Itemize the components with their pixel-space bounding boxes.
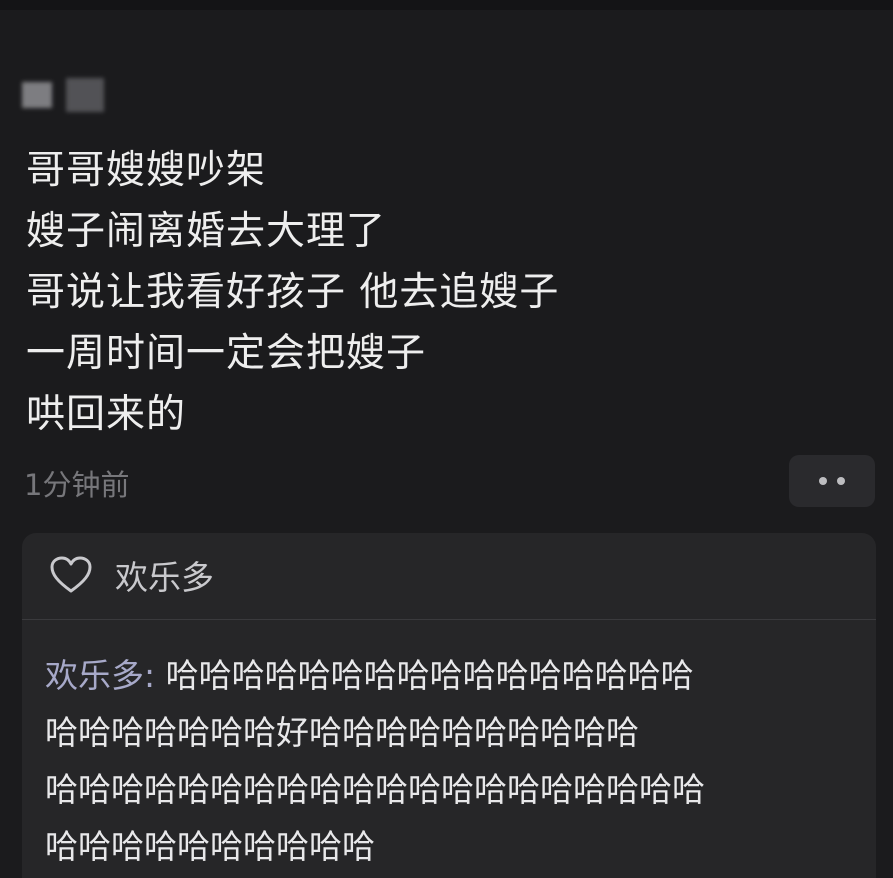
moments-post-screen: 哥哥嫂嫂吵架 嫂子闹离婚去大理了 哥说让我看好孩子 他去追嫂子 一周时间一定会把… bbox=[0, 0, 893, 878]
blurred-block bbox=[22, 82, 52, 108]
comment-line: 哈哈哈哈哈哈哈哈哈哈 bbox=[45, 827, 375, 866]
heart-outline-icon bbox=[50, 556, 92, 593]
divider bbox=[22, 619, 876, 620]
post-line: 嫂子闹离婚去大理了 bbox=[26, 209, 387, 254]
post-line: 哄回来的 bbox=[26, 392, 187, 437]
post-line: 一周时间一定会把嫂子 bbox=[26, 331, 427, 376]
comment-line: 哈哈哈哈哈哈哈哈哈哈哈哈哈哈哈哈哈哈哈哈 bbox=[45, 770, 705, 809]
post-line: 哥哥嫂嫂吵架 bbox=[26, 148, 267, 193]
more-options-button[interactable] bbox=[789, 455, 875, 507]
status-bar-strip bbox=[0, 0, 893, 10]
post-timestamp: 1分钟前 bbox=[24, 468, 130, 502]
post-content: 哥哥嫂嫂吵架 嫂子闹离婚去大理了 哥说让我看好孩子 他去追嫂子 一周时间一定会把… bbox=[26, 140, 866, 445]
comment-line: 欢乐多: 哈哈哈哈哈哈哈哈哈哈哈哈哈哈哈哈 bbox=[45, 647, 875, 704]
comment-author[interactable]: 欢乐多: bbox=[45, 656, 166, 695]
interaction-card: 欢乐多 欢乐多: 哈哈哈哈哈哈哈哈哈哈哈哈哈哈哈哈 哈哈哈哈哈哈哈好哈哈哈哈哈哈… bbox=[22, 533, 876, 878]
blurred-block bbox=[66, 78, 104, 112]
more-dots-icon bbox=[837, 477, 845, 485]
likes-row: 欢乐多 bbox=[22, 533, 876, 617]
more-dots-icon bbox=[819, 477, 827, 485]
comment[interactable]: 欢乐多: 哈哈哈哈哈哈哈哈哈哈哈哈哈哈哈哈 哈哈哈哈哈哈哈好哈哈哈哈哈哈哈哈哈哈… bbox=[45, 647, 875, 875]
blurred-username[interactable] bbox=[22, 70, 132, 120]
liker-name[interactable]: 欢乐多 bbox=[115, 551, 214, 599]
comment-line: 哈哈哈哈哈哈哈好哈哈哈哈哈哈哈哈哈哈 bbox=[45, 713, 639, 752]
post-line: 哥说让我看好孩子 他去追嫂子 bbox=[26, 270, 560, 315]
comment-text: 哈哈哈哈哈哈哈哈哈哈哈哈哈哈哈哈 bbox=[165, 656, 694, 695]
